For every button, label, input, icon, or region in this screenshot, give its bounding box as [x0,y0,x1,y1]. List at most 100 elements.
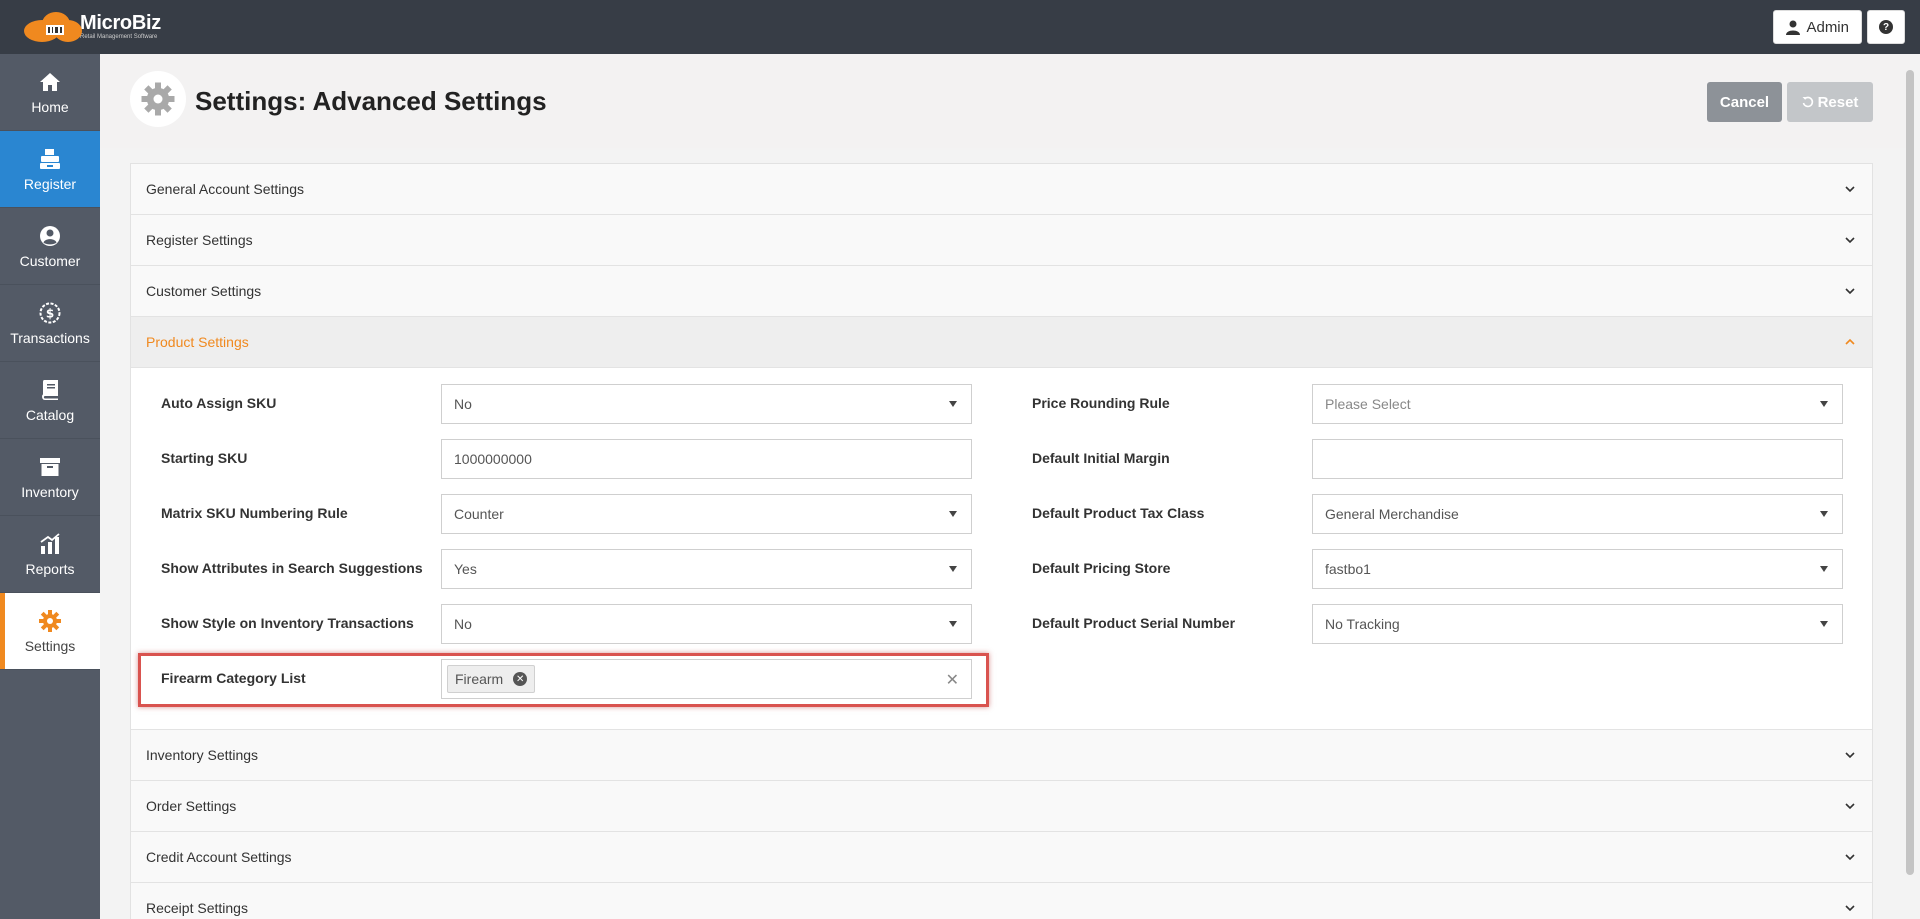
caret-down-icon [1820,511,1828,517]
settings-accordion: General Account Settings Register Settin… [130,163,1873,919]
help-button[interactable]: ? [1867,10,1905,44]
sidebar-item-register[interactable]: Register [0,131,100,208]
cancel-button[interactable]: Cancel [1707,82,1782,122]
default-initial-margin-input[interactable] [1312,439,1843,479]
section-general-account-settings[interactable]: General Account Settings [131,164,1872,215]
register-icon [40,148,60,169]
firearm-category-multiselect[interactable]: Firearm ✕ ✕ [441,659,972,699]
section-customer-settings[interactable]: Customer Settings [131,266,1872,317]
reset-button[interactable]: Reset [1787,82,1873,122]
default-pricing-store-select[interactable]: fastbo1 [1312,549,1843,589]
select-value: Counter [454,506,504,522]
book-icon [42,379,58,400]
section-title: Inventory Settings [146,747,259,763]
price-rounding-rule-select[interactable]: Please Select [1312,384,1843,424]
select-value: Yes [454,561,477,577]
select-value: fastbo1 [1325,561,1371,577]
archive-box-icon [40,457,60,476]
auto-assign-sku-select[interactable]: No [441,384,972,424]
chart-icon [40,532,60,554]
section-order-settings[interactable]: Order Settings [131,781,1872,832]
starting-sku-label: Starting SKU [161,450,248,466]
default-pricing-store-label: Default Pricing Store [1032,560,1171,576]
show-style-label: Show Style on Inventory Transactions [161,615,414,631]
select-value: General Merchandise [1325,506,1459,522]
sidebar-item-label: Register [23,175,77,192]
admin-user-button[interactable]: Admin [1773,10,1862,44]
sidebar: Home Register Customer $ Transactions Ca… [0,54,100,919]
product-settings-panel: Auto Assign SKU No Starting SKU 10000000… [131,368,1872,730]
sidebar-item-label: Settings [24,637,76,654]
section-title: Customer Settings [146,283,262,299]
chevron-down-icon [1845,854,1855,861]
sidebar-item-label: Reports [25,560,75,577]
chevron-down-icon [1845,186,1855,193]
auto-assign-sku-label: Auto Assign SKU [161,395,277,411]
remove-chip-icon[interactable]: ✕ [513,672,528,686]
section-title: General Account Settings [146,181,304,197]
section-credit-account-settings[interactable]: Credit Account Settings [131,832,1872,883]
reset-label: Reset [1817,93,1859,111]
question-icon: ? [1879,20,1893,34]
sidebar-item-customer[interactable]: Customer [0,208,100,285]
select-value: No [454,616,472,632]
input-value: 1000000000 [454,451,532,467]
brand-name: MicroBiz [80,12,161,34]
section-receipt-settings[interactable]: Receipt Settings [131,883,1872,919]
sidebar-item-settings[interactable]: Settings [0,593,100,670]
settings-gear-icon [130,71,186,127]
sidebar-item-reports[interactable]: Reports [0,516,100,593]
default-product-serial-number-label: Default Product Serial Number [1032,615,1236,631]
show-attributes-select[interactable]: Yes [441,549,972,589]
chevron-down-icon [1845,905,1855,912]
caret-down-icon [949,511,957,517]
show-attributes-label: Show Attributes in Search Suggestions [161,560,423,576]
section-inventory-settings[interactable]: Inventory Settings [131,730,1872,781]
section-product-settings[interactable]: Product Settings [131,317,1872,368]
chevron-down-icon [1845,752,1855,759]
dollar-circle-icon: $ [39,302,61,323]
microbiz-logo[interactable]: MicroBiz Retail Management Software [22,8,161,46]
user-circle-icon [40,225,60,246]
default-product-serial-number-select[interactable]: No Tracking [1312,604,1843,644]
section-register-settings[interactable]: Register Settings [131,215,1872,266]
page-scrollbar[interactable] [1906,70,1914,875]
section-title: Credit Account Settings [146,849,292,865]
gear-icon [39,609,61,632]
chip-label: Firearm [455,671,504,687]
matrix-sku-numbering-rule-label: Matrix SKU Numbering Rule [161,505,348,521]
sidebar-item-catalog[interactable]: Catalog [0,362,100,439]
home-icon [40,72,60,91]
page-title: Settings: Advanced Settings [195,86,547,116]
chevron-down-icon [1845,803,1855,810]
undo-icon [1802,96,1813,108]
svg-text:$: $ [46,306,54,320]
page-header: Settings: Advanced Settings Cancel Reset [100,54,1910,148]
matrix-sku-numbering-rule-select[interactable]: Counter [441,494,972,534]
sidebar-item-transactions[interactable]: $ Transactions [0,285,100,362]
chevron-down-icon [1845,288,1855,295]
default-product-tax-class-label: Default Product Tax Class [1032,505,1205,521]
clear-selection-icon[interactable]: ✕ [946,670,959,690]
select-value: No [454,396,472,412]
sidebar-item-home[interactable]: Home [0,54,100,131]
default-product-tax-class-select[interactable]: General Merchandise [1312,494,1843,534]
chevron-down-icon [1845,237,1855,244]
default-initial-margin-label: Default Initial Margin [1032,450,1170,466]
top-bar: MicroBiz Retail Management Software Admi… [0,0,1920,54]
sidebar-item-label: Inventory [21,483,79,500]
caret-down-icon [949,401,957,407]
show-style-select[interactable]: No [441,604,972,644]
admin-label: Admin [1806,18,1849,36]
starting-sku-input[interactable]: 1000000000 [441,439,972,479]
section-title: Receipt Settings [146,900,248,916]
section-title: Order Settings [146,798,237,814]
section-title: Register Settings [146,232,253,248]
sidebar-item-label: Customer [19,252,81,269]
brand-tagline: Retail Management Software [80,34,158,40]
cloud-logo-icon [22,11,86,43]
sidebar-item-inventory[interactable]: Inventory [0,439,100,516]
select-placeholder: Please Select [1325,396,1411,412]
price-rounding-rule-label: Price Rounding Rule [1032,395,1170,411]
firearm-chip: Firearm ✕ [447,665,536,693]
